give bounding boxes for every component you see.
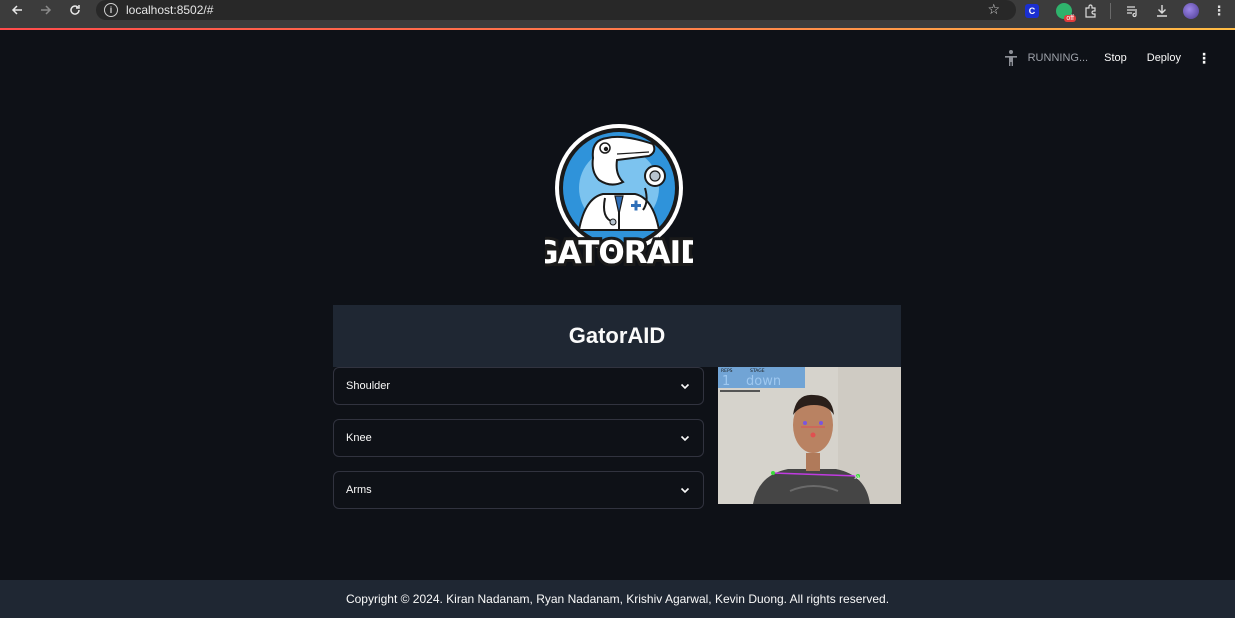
expander-arms[interactable]: Arms (333, 471, 704, 509)
site-info-icon[interactable]: i (104, 3, 118, 17)
angle-value: 30 (854, 475, 860, 480)
app-header: RUNNING... Stop Deploy ⋮ (1002, 44, 1235, 72)
reload-button[interactable] (64, 0, 86, 21)
divider (1110, 3, 1111, 19)
puzzle-icon[interactable] (1083, 2, 1099, 20)
arrow-left-icon (11, 5, 22, 15)
address-bar[interactable]: i localhost:8502/# ☆ (96, 0, 1016, 20)
logo-text: GATORAID (545, 235, 693, 270)
browser-toolbar: i localhost:8502/# ☆ C off ⋮ (0, 0, 1235, 28)
deploy-button[interactable]: Deploy (1147, 52, 1181, 64)
chevron-down-icon (680, 383, 690, 390)
url-text: localhost:8502/# (126, 3, 214, 17)
running-indicator-line (0, 28, 1235, 30)
running-person-icon (1004, 50, 1017, 66)
off-extension-icon[interactable]: off (1054, 2, 1076, 22)
copyright-text: Copyright © 2024. Kiran Nadanam, Ryan Na… (345, 592, 890, 606)
expander-shoulder[interactable]: Shoulder (333, 367, 704, 405)
running-status: RUNNING... (1002, 49, 1089, 67)
stop-button[interactable]: Stop (1104, 52, 1127, 64)
forward-button[interactable] (35, 0, 57, 21)
expander-label: Shoulder (346, 380, 391, 392)
rep-count: 1 (722, 374, 730, 389)
expander-label: Knee (346, 432, 372, 444)
status-text: RUNNING... (1027, 52, 1089, 64)
chevron-down-icon (680, 487, 690, 494)
webcam-feed: REPS STAGE 1 down 30 (718, 367, 901, 504)
expander-knee[interactable]: Knee (333, 419, 704, 457)
media-icon[interactable] (1124, 2, 1140, 20)
c-extension-icon[interactable]: C (1024, 2, 1040, 20)
arrow-right-icon (41, 5, 52, 15)
gatoraid-logo: GATORAID (545, 124, 693, 270)
download-icon[interactable] (1154, 2, 1170, 20)
star-icon[interactable]: ☆ (987, 1, 1000, 18)
reload-icon (70, 5, 80, 15)
expander-label: Arms (346, 484, 372, 496)
profile-icon[interactable] (1183, 2, 1199, 20)
footer: Copyright © 2024. Kiran Nadanam, Ryan Na… (0, 580, 1235, 618)
main-menu-icon[interactable]: ⋮ (1197, 50, 1211, 67)
more-vert-icon[interactable]: ⋮ (1213, 2, 1226, 20)
stage-text: down (746, 374, 781, 389)
chevron-down-icon (680, 435, 690, 442)
title-panel: GatorAID (333, 305, 901, 367)
back-button[interactable] (6, 0, 28, 21)
page-title: GatorAID (568, 323, 666, 348)
webcam-image: REPS STAGE 1 down 30 (718, 367, 901, 504)
